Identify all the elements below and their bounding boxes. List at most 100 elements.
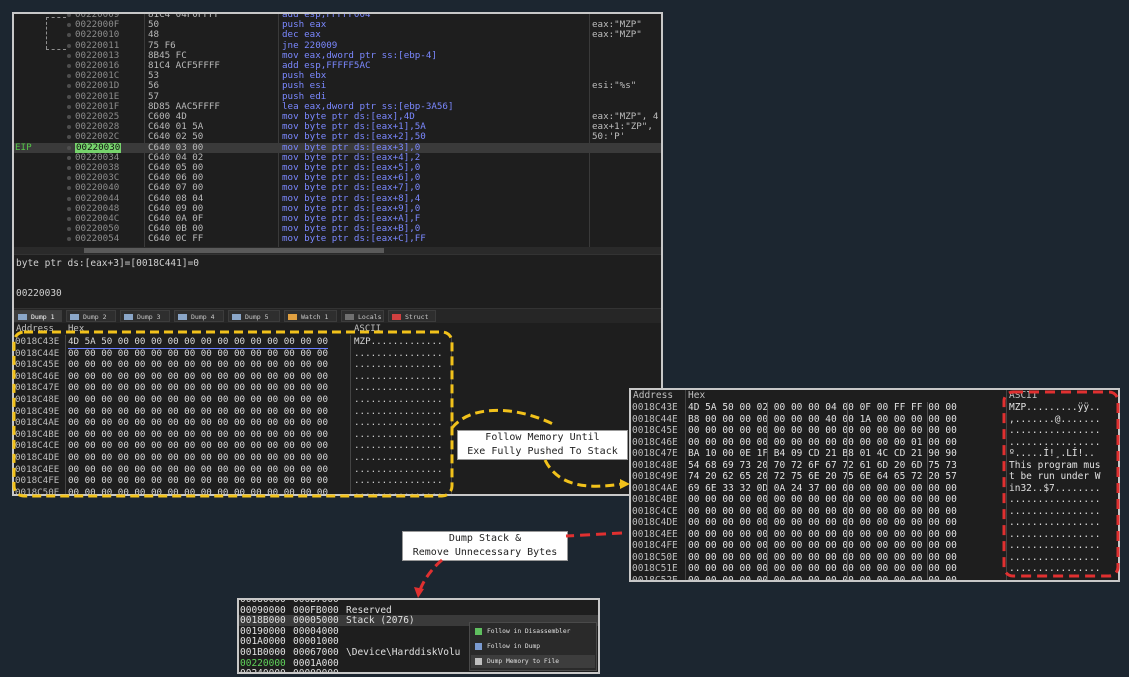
tab-dump-2[interactable]: Dump 2 bbox=[66, 310, 116, 322]
dump-row[interactable]: 0018C44E B8 00 00 00 00 00 00 00 40 00 1A… bbox=[631, 413, 1118, 426]
dump-row[interactable]: 0018C43E 4D 5A 50 00 00 00 00 00 00 00 00… bbox=[14, 336, 661, 349]
disassembly-pane[interactable]: 00220009 81C4 04F0FFFF add esp,FFFFF004 002… bbox=[14, 14, 661, 247]
dump-ascii: ................ bbox=[1009, 494, 1101, 505]
memory-region-size: 00005000 bbox=[293, 615, 339, 627]
breakpoint-dot[interactable] bbox=[67, 186, 71, 191]
dump-row[interactable]: 0018C46E 00 00 00 00 00 00 00 00 00 00 00… bbox=[14, 371, 661, 383]
dump-row[interactable]: 0018C4AE 00 00 00 00 00 00 00 00 00 00 00… bbox=[14, 417, 661, 429]
breakpoint-dot[interactable] bbox=[67, 84, 71, 89]
horizontal-scrollbar[interactable] bbox=[14, 247, 661, 254]
breakpoint-dot[interactable] bbox=[67, 166, 71, 170]
menu-item-label: Follow in Disassembler bbox=[487, 628, 571, 635]
breakpoint-dot[interactable] bbox=[67, 14, 71, 17]
memory-region-size: 0001A000 bbox=[293, 657, 339, 669]
tab-dump-4[interactable]: Dump 4 bbox=[174, 310, 224, 322]
dump-row[interactable]: 0018C4FE 00 00 00 00 00 00 00 00 00 00 00… bbox=[631, 540, 1118, 552]
dump-row[interactable]: 0018C47E BA 10 00 0E 1F B4 09 CD 21 B8 01… bbox=[631, 448, 1118, 460]
tab-watch-1[interactable]: Watch 1 bbox=[284, 310, 337, 322]
bottom-tab-bar: Dump 1 Dump 2 Dump 3 Dump 4 Dump 5 Watch 1 Loc… bbox=[14, 308, 661, 323]
disasm-row[interactable]: 00220054 C640 0C FF mov byte ptr ds:[eax+C… bbox=[14, 234, 661, 244]
follow-in-dump-item[interactable]: Follow in Dump bbox=[471, 640, 595, 653]
dump-ascii: ................ bbox=[354, 417, 443, 429]
memory-region-size: 00004000 bbox=[293, 625, 339, 637]
dump-hex-bytes: 00 00 00 00 00 00 00 00 00 00 00 00 00 0… bbox=[688, 528, 957, 540]
breakpoint-dot[interactable] bbox=[67, 33, 71, 38]
breakpoint-dot[interactable] bbox=[67, 155, 71, 160]
dump-row[interactable]: 0018C52E 00 00 00 00 00 00 00 00 00 00 00… bbox=[631, 575, 1118, 581]
breakpoint-dot[interactable] bbox=[67, 125, 71, 130]
dump-row[interactable]: 0018C4CE 00 00 00 00 00 00 00 00 00 00 00… bbox=[631, 505, 1118, 518]
tab-struct[interactable]: Struct bbox=[388, 310, 436, 322]
breakpoint-dot[interactable] bbox=[67, 74, 71, 79]
dump-row[interactable]: 0018C4EE 00 00 00 00 00 00 00 00 00 00 00… bbox=[631, 528, 1118, 541]
dump-row[interactable]: 0018C50E 00 00 00 00 00 00 00 00 00 00 00… bbox=[14, 487, 661, 494]
dump-row[interactable]: 0018C48E 54 68 69 73 20 70 72 6F 67 72 61… bbox=[631, 460, 1118, 472]
breakpoint-dot[interactable] bbox=[67, 176, 71, 181]
memory-map-row[interactable]: 00090000 000FB000 Reserved bbox=[239, 605, 598, 616]
dump-row[interactable]: 0018C50E 00 00 00 00 00 00 00 00 00 00 00… bbox=[631, 551, 1118, 564]
tab-dump-3[interactable]: Dump 3 bbox=[120, 310, 170, 322]
dump-row[interactable]: 0018C4EE 00 00 00 00 00 00 00 00 00 00 00… bbox=[14, 463, 661, 476]
dump-row[interactable]: 0018C4DE 00 00 00 00 00 00 00 00 00 00 00… bbox=[631, 517, 1118, 529]
dump-ascii: ,.......@....... bbox=[1009, 413, 1101, 425]
column-separator bbox=[767, 402, 768, 580]
memory-map-window: 00080000 000B7000 00090000 000FB000 Reserved… bbox=[237, 598, 600, 674]
dump-address: 0018C4BE bbox=[15, 428, 60, 440]
dump-hex-bytes: 00 00 00 00 00 00 00 00 00 00 00 00 00 0… bbox=[68, 475, 328, 487]
tab-dump-1[interactable]: Dump 1 bbox=[14, 310, 62, 322]
breakpoint-dot[interactable] bbox=[67, 53, 71, 58]
save-icon bbox=[475, 658, 482, 665]
menu-item-label: Dump Memory to File bbox=[487, 658, 560, 665]
dump-address: 0018C4DE bbox=[632, 517, 678, 528]
dump-icon bbox=[70, 314, 79, 320]
breakpoint-dot[interactable] bbox=[67, 206, 71, 211]
dump-row[interactable]: 0018C48E 00 00 00 00 00 00 00 00 00 00 00… bbox=[14, 394, 661, 406]
dump-ascii: ................ bbox=[354, 463, 443, 475]
dump-hex-bytes: 00 00 00 00 00 00 00 00 00 00 00 00 00 0… bbox=[68, 347, 328, 359]
dump-ascii: ................ bbox=[1009, 505, 1101, 517]
ascii-column-header: ASCII bbox=[354, 324, 382, 334]
dump-address: 0018C50E bbox=[632, 551, 678, 563]
breakpoint-dot[interactable] bbox=[67, 145, 71, 150]
breakpoint-dot[interactable] bbox=[67, 23, 71, 28]
dump-address: 0018C44E bbox=[632, 413, 678, 425]
dump-address: 0018C4AE bbox=[15, 417, 60, 429]
breakpoint-dot[interactable] bbox=[67, 64, 71, 68]
dump-row[interactable]: 0018C43E 4D 5A 50 00 02 00 00 00 04 00 0F… bbox=[631, 402, 1118, 414]
breakpoint-dot[interactable] bbox=[67, 135, 71, 140]
scrollbar-thumb[interactable] bbox=[84, 248, 384, 253]
breakpoint-dot[interactable] bbox=[67, 43, 71, 48]
dump-hex-bytes: 00 00 00 00 00 00 00 00 00 00 00 00 00 0… bbox=[688, 540, 957, 551]
breakpoint-dot[interactable] bbox=[67, 217, 71, 221]
context-menu[interactable]: Follow in Disassembler Follow in Dump Dump… bbox=[469, 622, 597, 671]
breakpoint-dot[interactable] bbox=[67, 115, 71, 119]
dump-hex-bytes: 00 00 00 00 00 00 00 00 00 00 00 00 00 0… bbox=[68, 428, 328, 440]
dump-icon bbox=[178, 314, 187, 320]
dump-row[interactable]: 0018C45E 00 00 00 00 00 00 00 00 00 00 00… bbox=[14, 359, 661, 371]
dump-row[interactable]: 0018C47E 00 00 00 00 00 00 00 00 00 00 00… bbox=[14, 382, 661, 394]
breakpoint-dot[interactable] bbox=[67, 104, 71, 109]
dump-ascii: ................ bbox=[1009, 551, 1101, 563]
dump-row[interactable]: 0018C49E 00 00 00 00 00 00 00 00 00 00 00… bbox=[14, 406, 661, 418]
dump-row[interactable]: 0018C4FE 00 00 00 00 00 00 00 00 00 00 00… bbox=[14, 475, 661, 487]
address-column-header: Address bbox=[16, 324, 54, 334]
tab-label: Watch 1 bbox=[301, 313, 329, 321]
dump-memory-to-file-item[interactable]: Dump Memory to File bbox=[471, 655, 595, 668]
dump-row[interactable]: 0018C4AE 69 6E 33 32 0D 0A 24 37 00 00 00… bbox=[631, 483, 1118, 495]
dump-row[interactable]: 0018C49E 74 20 62 65 20 72 75 6E 20 75 6E… bbox=[631, 471, 1118, 483]
dump-row[interactable]: 0018C45E 00 00 00 00 00 00 00 00 00 00 00… bbox=[631, 425, 1118, 437]
dump-row[interactable]: 0018C4BE 00 00 00 00 00 00 00 00 00 00 00… bbox=[631, 494, 1118, 506]
memory-region-size: 00001000 bbox=[293, 636, 339, 648]
dump-row[interactable]: 0018C46E 00 00 00 00 00 00 00 00 00 00 00… bbox=[631, 437, 1118, 449]
breakpoint-dot[interactable] bbox=[67, 227, 71, 232]
follow-in-disassembler-item[interactable]: Follow in Disassembler bbox=[471, 625, 595, 638]
dump-row[interactable]: 0018C44E 00 00 00 00 00 00 00 00 00 00 00… bbox=[14, 347, 661, 360]
breakpoint-dot[interactable] bbox=[67, 94, 71, 99]
breakpoint-dot[interactable] bbox=[67, 237, 71, 242]
breakpoint-dot[interactable] bbox=[67, 196, 71, 201]
dump-address: 0018C49E bbox=[632, 471, 678, 482]
dump-hex-bytes: 00 00 00 00 00 00 00 00 00 00 00 00 00 0… bbox=[68, 417, 328, 429]
tab-dump-5[interactable]: Dump 5 bbox=[228, 310, 280, 322]
tab-locals[interactable]: Locals bbox=[341, 310, 384, 322]
dump-row[interactable]: 0018C51E 00 00 00 00 00 00 00 00 00 00 00… bbox=[631, 563, 1118, 575]
